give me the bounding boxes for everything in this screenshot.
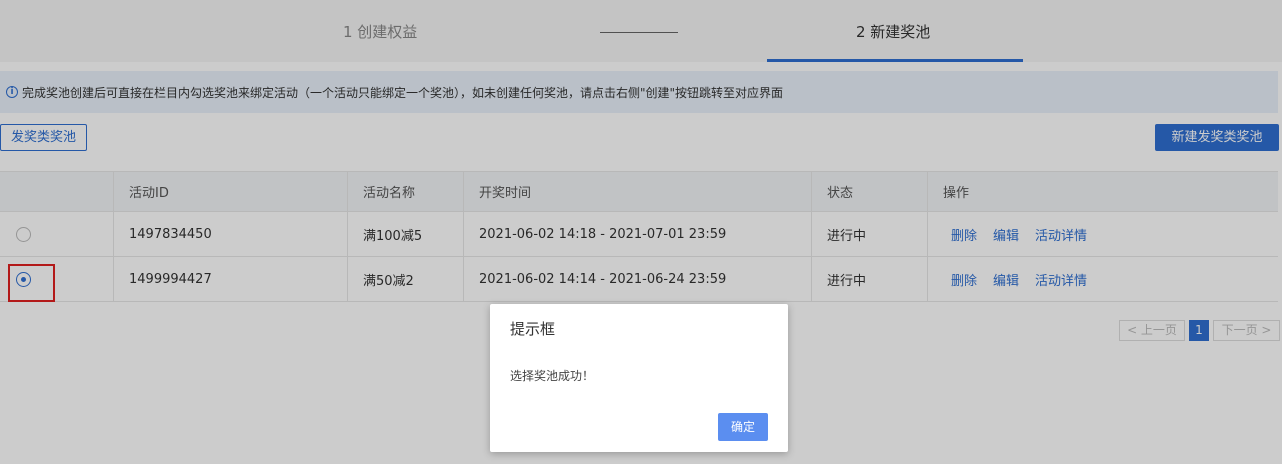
prompt-dialog: 提示框 选择奖池成功！ 确定 — [490, 304, 788, 452]
confirm-button[interactable]: 确定 — [718, 413, 768, 441]
dialog-title: 提示框 — [510, 320, 556, 338]
dialog-message: 选择奖池成功！ — [510, 369, 595, 383]
